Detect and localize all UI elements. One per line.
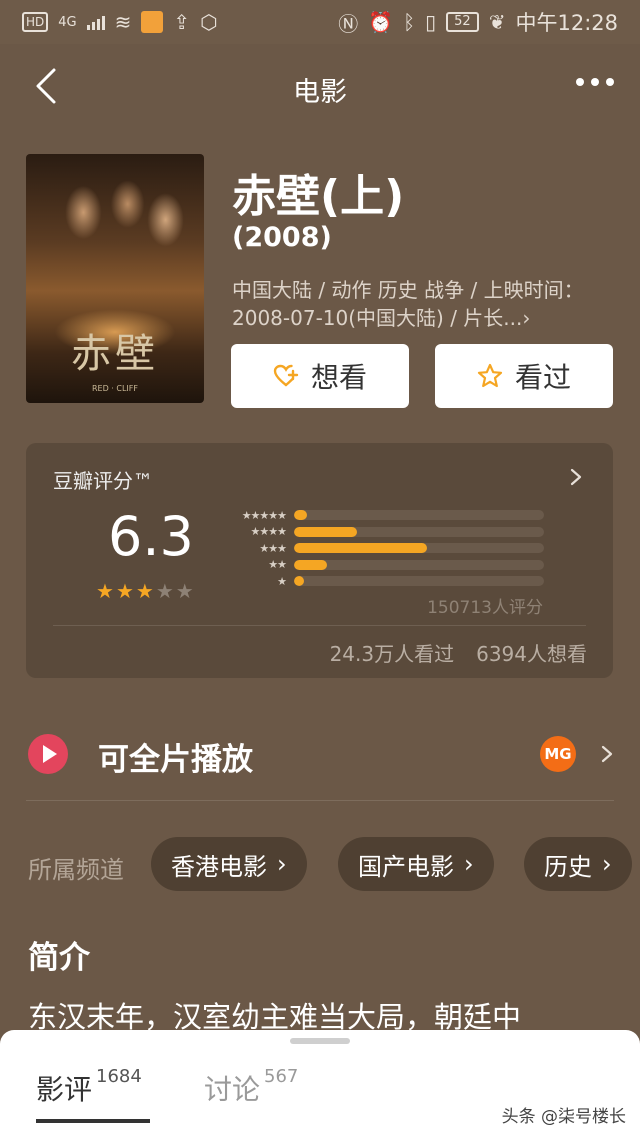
divider	[53, 625, 586, 626]
chevron-right-icon	[601, 745, 613, 763]
drag-handle[interactable]	[290, 1038, 350, 1044]
rating-bar-fill	[294, 526, 357, 537]
rating-title: 豆瓣评分™	[53, 469, 153, 493]
nfc-icon: Ⓝ	[338, 11, 359, 36]
play-full-movie-row[interactable]: 可全片播放 MG	[26, 722, 614, 786]
chevron-right-icon: ›	[277, 850, 287, 878]
play-icon	[28, 734, 68, 774]
rating-bar-row: ★★★★	[222, 524, 544, 541]
rating-bar-row: ★	[222, 573, 544, 590]
rating-bar-stars: ★★★★	[250, 525, 287, 539]
rating-bar-fill	[294, 510, 307, 521]
rating-score: 6.3	[108, 505, 194, 568]
nav-bar: 电影	[0, 44, 640, 130]
star-filled-icon: ★	[135, 579, 156, 603]
seen-count: 24.3万人看过	[329, 642, 455, 666]
want-label: 想看	[310, 361, 367, 394]
watermark: 头条 @柒号楼长	[501, 1107, 626, 1127]
movie-title: 赤壁(上)	[232, 171, 405, 222]
poster-subtitle: RED · CLIFF	[91, 384, 138, 393]
synopsis-title: 简介	[28, 940, 90, 976]
rating-bar-stars: ★★	[268, 558, 287, 572]
rating-bar-row: ★★	[222, 557, 544, 574]
vibrate-icon: ▯	[425, 10, 437, 34]
tab-count: 567	[264, 1066, 299, 1087]
poster-title: 赤壁	[71, 331, 159, 377]
app-notification-icon	[141, 11, 164, 33]
page-title: 电影	[293, 77, 347, 108]
rating-bar-fill	[294, 576, 304, 587]
seen-label: 看过	[514, 361, 571, 394]
shield-icon: ⬡	[200, 10, 218, 34]
tab-label: 影评	[36, 1073, 93, 1106]
channel-pill-hongkong[interactable]: 香港电影 ›	[151, 837, 307, 891]
channel-label: 所属频道	[28, 856, 124, 884]
movie-year: (2008)	[232, 222, 332, 253]
channel-pill-history[interactable]: 历史 ›	[524, 837, 632, 891]
chevron-right-icon: ›	[522, 306, 531, 330]
star-filled-icon: ★	[96, 579, 116, 603]
star-empty-icon: ★	[155, 579, 176, 603]
rating-bar-track	[294, 510, 544, 521]
divider	[26, 800, 614, 801]
more-button[interactable]	[576, 78, 614, 86]
want-to-watch-button[interactable]: 想看	[231, 344, 409, 408]
star-outline-icon	[477, 363, 503, 388]
alarm-icon: ⏰	[368, 10, 394, 34]
chevron-right-icon: ›	[464, 850, 474, 878]
rating-bar-track	[294, 543, 544, 554]
network-label: 4G	[58, 14, 77, 30]
rating-bar-track	[294, 576, 544, 587]
tab-reviews[interactable]: 影评 1684	[36, 1066, 142, 1108]
signal-icon	[86, 14, 105, 30]
upload-icon: ⇪	[173, 10, 191, 34]
want-count: 6394人想看	[476, 642, 587, 666]
channel-pill-domestic[interactable]: 国产电影 ›	[338, 837, 494, 891]
rating-bar-fill	[294, 543, 427, 554]
rating-bar-row: ★★★	[222, 540, 544, 557]
channel-pill-label: 国产电影	[358, 852, 454, 881]
movie-meta[interactable]: 中国大陆 / 动作 历史 战争 / 上映时间：2008-07-10(中国大陆) …	[232, 276, 602, 332]
play-label: 可全片播放	[98, 742, 253, 778]
status-bar: HD 4G ≋ ⇪ ⬡ Ⓝ ⏰ ᛒ ▯ 52 ❦ 中午12:28	[0, 0, 640, 44]
rating-distribution: ★★★★★ ★★★★ ★★★ ★★ ★	[222, 507, 544, 590]
tab-discussions[interactable]: 讨论 567	[204, 1066, 299, 1108]
bluetooth-icon: ᛒ	[403, 10, 416, 34]
watched-button[interactable]: 看过	[435, 344, 613, 408]
heart-plus-icon	[273, 364, 299, 387]
tab-count: 1684	[96, 1066, 142, 1087]
rating-bar-stars: ★★★	[259, 541, 287, 555]
rating-stars: ★★★★★	[96, 579, 196, 603]
rating-bar-stars: ★★★★★	[241, 508, 287, 522]
rating-bar-fill	[294, 559, 327, 570]
chevron-right-icon[interactable]	[569, 467, 583, 487]
rating-bar-row: ★★★★★	[222, 507, 544, 524]
star-filled-icon: ★	[115, 579, 136, 603]
tab-label: 讨论	[204, 1073, 261, 1106]
battery-icon: 52	[446, 12, 479, 32]
clock: 中午12:28	[515, 11, 618, 35]
hd-icon: HD	[22, 12, 49, 32]
poster-faces	[36, 162, 194, 267]
rating-stats: 24.3万人看过 6394人想看	[330, 638, 587, 667]
star-empty-icon: ★	[175, 579, 196, 603]
rating-bar-track	[294, 559, 544, 570]
movie-poster[interactable]: 赤壁 RED · CLIFF	[26, 154, 204, 403]
channel-pill-label: 香港电影	[171, 852, 267, 881]
mango-tv-icon: MG	[540, 736, 576, 772]
leaf-icon: ❦	[488, 10, 506, 34]
rating-count: 150713人评分	[427, 598, 543, 618]
movie-meta-text: 中国大陆 / 动作 历史 战争 / 上映时间：2008-07-10(中国大陆) …	[232, 278, 584, 330]
more-icon	[576, 78, 584, 86]
rating-bar-stars: ★	[277, 574, 287, 588]
wifi-icon: ≋	[114, 10, 132, 34]
active-tab-indicator	[36, 1119, 150, 1123]
rating-bar-track	[294, 526, 544, 537]
rating-card[interactable]: 豆瓣评分™ 6.3 ★★★★★ ★★★★★ ★★★★ ★★★ ★★ ★ 150713人评…	[26, 443, 613, 678]
channel-pill-label: 历史	[544, 852, 592, 881]
chevron-right-icon: ›	[602, 850, 612, 878]
